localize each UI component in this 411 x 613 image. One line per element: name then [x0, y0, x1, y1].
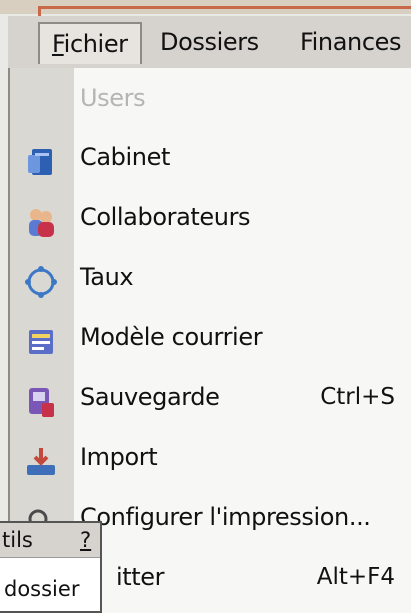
menu-item-taux[interactable]: Taux: [10, 252, 411, 310]
menu-fichier[interactable]: Fichier: [38, 22, 142, 64]
menu-item-label: Configurer l'impression...: [80, 503, 371, 531]
window-border-line: [38, 6, 411, 9]
letter-template-icon: [24, 325, 58, 359]
overlapping-window-item[interactable]: dossier: [4, 577, 79, 601]
menu-item-users: Users: [10, 73, 411, 131]
menu-item-cabinet[interactable]: Cabinet: [10, 132, 411, 190]
overlapping-window[interactable]: tils ? dossier: [0, 521, 102, 613]
menu-fichier-mnemonic: F: [52, 30, 64, 58]
menu-item-modele-courrier[interactable]: Modèle courrier: [10, 312, 411, 370]
import-icon: [24, 445, 58, 479]
menu-dossiers[interactable]: Dossiers: [160, 22, 259, 62]
menu-item-import[interactable]: Import: [10, 432, 411, 490]
overlapping-menu-outils[interactable]: tils: [2, 528, 33, 552]
menu-item-label: itter: [116, 563, 165, 591]
menu-item-sauvegarde[interactable]: Sauvegarde Ctrl+S: [10, 372, 411, 430]
rate-icon: [24, 265, 58, 299]
menu-fichier-label-rest: ichier: [63, 30, 128, 58]
menu-item-label: Users: [80, 84, 146, 112]
overlapping-window-menubar: tils ?: [0, 523, 100, 558]
menu-item-label: Collaborateurs: [80, 203, 251, 231]
menu-item-collaborateurs[interactable]: Collaborateurs: [10, 192, 411, 250]
menu-item-label: Taux: [80, 263, 134, 291]
shortcut-label: Ctrl+S: [320, 384, 395, 410]
menu-item-label: Sauvegarde: [80, 383, 220, 411]
menu-item-label: Modèle courrier: [80, 323, 263, 351]
backup-icon: [24, 385, 58, 419]
menu-finances[interactable]: Finances: [300, 22, 402, 62]
users-icon: [24, 205, 58, 239]
shortcut-label: Alt+F4: [316, 564, 395, 590]
menu-item-label: Import: [80, 443, 158, 471]
menu-item-label: Cabinet: [80, 143, 170, 171]
cabinet-icon: [24, 145, 58, 179]
menu-bar: Fichier Dossiers Finances: [8, 16, 411, 69]
overlapping-menu-help[interactable]: ?: [80, 528, 91, 552]
